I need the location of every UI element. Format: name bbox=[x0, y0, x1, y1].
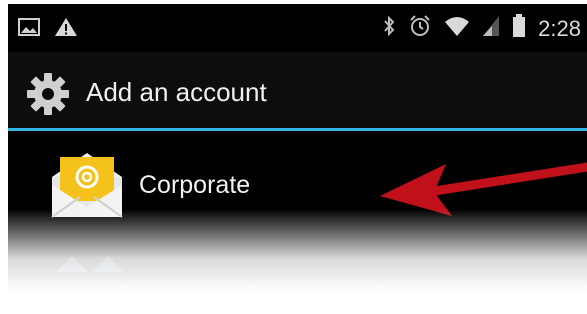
page-title: Add an account bbox=[86, 77, 267, 107]
action-bar: Add an account bbox=[8, 52, 587, 128]
wifi-icon bbox=[444, 15, 470, 42]
status-bar: 2:28 bbox=[8, 4, 587, 52]
alarm-icon bbox=[408, 14, 432, 43]
account-type-label: Corporate bbox=[139, 171, 251, 199]
status-clock: 2:28 bbox=[538, 15, 581, 41]
battery-icon bbox=[512, 14, 526, 43]
android-screen: 2:28 Add an account Corporate bbox=[8, 4, 587, 314]
signal-icon bbox=[482, 15, 500, 42]
bottom-fade-overlay bbox=[8, 209, 587, 314]
settings-gear-icon[interactable] bbox=[26, 72, 70, 121]
bluetooth-icon bbox=[382, 14, 396, 43]
warning-icon bbox=[54, 17, 78, 42]
image-notification-icon bbox=[18, 18, 40, 41]
